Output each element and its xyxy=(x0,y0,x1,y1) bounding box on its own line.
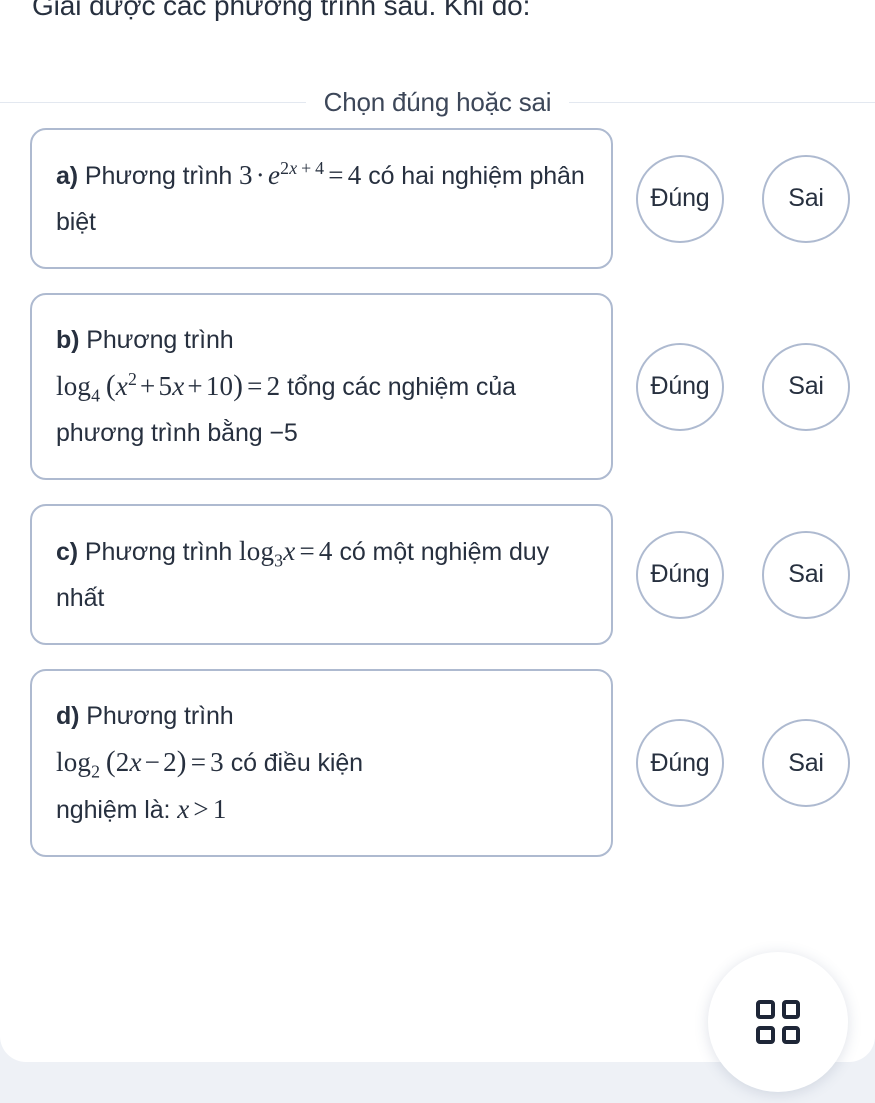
content-card: Giải được các phương trình sau. Khi đó: … xyxy=(0,0,875,1062)
section-divider: Chọn đúng hoặc sai xyxy=(0,82,875,122)
choice-true-b[interactable]: Đúng xyxy=(636,342,724,431)
grid-cell-4 xyxy=(781,1025,800,1044)
choice-false-b[interactable]: Sai xyxy=(762,342,850,431)
answer-group-d: Đúng Sai xyxy=(636,719,850,807)
question-math-d: log2 (2x −2) = 3 xyxy=(56,746,224,782)
question-text-d: d) Phương trình log2 (2x −2) = 3 có điều ki… xyxy=(56,693,363,833)
choice-true-d[interactable]: Đúng xyxy=(636,719,724,807)
question-text-c: c) Phương trình log3x = 4 có một nghiệm du… xyxy=(56,528,591,621)
question-row-b: b) Phương trình log4 (x2 +5x +10) = 2 tổng c… xyxy=(0,293,875,480)
question-prompt: Giải được các phương trình sau. Khi đó: xyxy=(32,0,531,21)
grid-cell-3 xyxy=(756,1025,775,1044)
choice-true-a[interactable]: Đúng xyxy=(636,154,724,243)
question-text-b: b) Phương trình log4 (x2 +5x +10) = 2 tổng c… xyxy=(56,317,591,456)
question-lead-b: Phương trình xyxy=(86,326,234,354)
question-lead-c: Phương trình xyxy=(84,538,233,566)
question-row-c: c) Phương trình log3x = 4 có một nghiệm du… xyxy=(0,504,875,645)
section-label: Chọn đúng hoặc sai xyxy=(323,87,552,117)
divider-line-left xyxy=(0,101,306,103)
question-card-b: b) Phương trình log4 (x2 +5x +10) = 2 tổng c… xyxy=(30,293,613,480)
question-math-d-condition: x >1 xyxy=(177,794,227,824)
answer-group-b: Đúng Sai xyxy=(636,342,850,431)
question-marker-d: d) xyxy=(56,702,80,730)
grid-cell-1 xyxy=(756,1000,775,1019)
question-tail-d: nghiệm là: xyxy=(56,796,171,824)
question-lead-a: Phương trình xyxy=(84,162,233,190)
question-marker-a: a) xyxy=(56,162,79,190)
answer-group-c: Đúng Sai xyxy=(636,530,850,619)
question-math-a: 3 · e2x + 4 = 4 xyxy=(239,158,362,190)
question-lead-d: Phương trình xyxy=(86,702,234,730)
divider-line-right xyxy=(569,101,875,103)
question-list: a) Phương trình 3 · e2x + 4 = 4 có hai nghiệ… xyxy=(0,128,875,881)
question-text-a: a) Phương trình 3 · e2x + 4 = 4 có hai nghiệ… xyxy=(56,152,591,245)
choice-true-c[interactable]: Đúng xyxy=(636,530,724,619)
question-marker-b: b) xyxy=(56,326,80,354)
question-card-c: c) Phương trình log3x = 4 có một nghiệm du… xyxy=(30,504,613,645)
grid-cell-2 xyxy=(781,1000,800,1019)
question-tail-d-lead: có điều kiện xyxy=(230,749,363,777)
floating-grid-button[interactable] xyxy=(708,952,848,1092)
grid-4-icon xyxy=(756,1000,800,1044)
question-math-b: log4 (x2 +5x +10) = 2 xyxy=(56,369,281,406)
question-card-a: a) Phương trình 3 · e2x + 4 = 4 có hai nghiệ… xyxy=(30,128,613,269)
quiz-page: Giải được các phương trình sau. Khi đó: … xyxy=(0,0,875,1103)
question-marker-c: c) xyxy=(56,538,79,566)
question-row-a: a) Phương trình 3 · e2x + 4 = 4 có hai nghiệ… xyxy=(0,128,875,269)
question-card-d: d) Phương trình log2 (2x −2) = 3 có điều ki… xyxy=(30,669,613,857)
answer-group-a: Đúng Sai xyxy=(636,154,850,243)
question-math-c: log3x = 4 xyxy=(239,536,333,571)
choice-false-a[interactable]: Sai xyxy=(762,154,850,243)
choice-false-d[interactable]: Sai xyxy=(762,719,850,807)
choice-false-c[interactable]: Sai xyxy=(762,530,850,619)
question-row-d: d) Phương trình log2 (2x −2) = 3 có điều ki… xyxy=(0,669,875,857)
